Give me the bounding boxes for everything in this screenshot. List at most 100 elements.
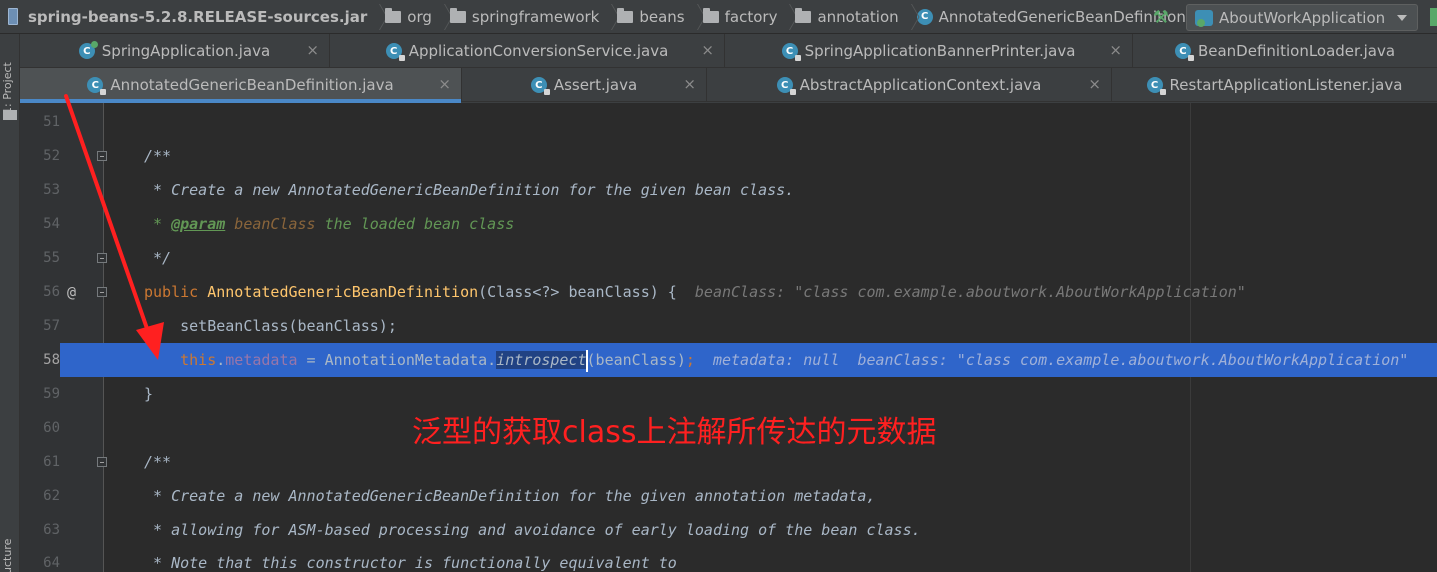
breadcrumb-factory[interactable]: factory <box>701 0 778 34</box>
code-token: ; <box>685 351 695 369</box>
method-name: AnnotatedGenericBeanDefinition <box>207 283 479 301</box>
folder-icon <box>617 7 634 23</box>
code-line[interactable]: 59 } <box>20 377 1437 411</box>
breadcrumb-springframework[interactable]: springframework <box>448 0 599 34</box>
code-line[interactable]: 56 @ public AnnotatedGenericBeanDefiniti… <box>20 275 1437 309</box>
code-text: /** <box>144 453 172 471</box>
line-number: 53 <box>43 182 60 198</box>
structure-tool-button[interactable]: ucture <box>1 534 19 572</box>
code-line[interactable]: 53 * Create a new AnnotatedGenericBeanDe… <box>20 173 1437 207</box>
code-line[interactable]: 64 * Note that this constructor is funct… <box>20 546 1437 572</box>
breadcrumb-separator <box>903 0 913 34</box>
breadcrumb-current-class[interactable]: C AnnotatedGenericBeanDefinition <box>915 0 1186 34</box>
left-tool-strip: 1: Project ucture <box>0 34 20 572</box>
code-line[interactable]: 63 * allowing for ASM-based processing a… <box>20 513 1437 547</box>
tab-assert[interactable]: C Assert.java × <box>462 68 707 102</box>
code-text: * allowing for ASM-based processing and … <box>144 521 921 539</box>
breadcrumb-org[interactable]: org <box>383 0 432 34</box>
code-line[interactable]: 54 * @param beanClass the loaded bean cl… <box>20 207 1437 241</box>
code-text: this.metadata = AnnotationMetadata.intro… <box>144 343 1408 377</box>
breadcrumb-label: annotation <box>817 7 899 26</box>
breadcrumb-annotation[interactable]: annotation <box>793 0 899 34</box>
tab-beandefinitionloader[interactable]: C BeanDefinitionLoader.java <box>1133 34 1437 68</box>
line-number: 59 <box>43 386 60 402</box>
run-configuration-label: AboutWorkApplication <box>1219 8 1386 27</box>
line-number: 54 <box>43 216 60 232</box>
line-number: 56 <box>43 284 60 300</box>
close-icon[interactable]: × <box>306 41 319 59</box>
class-icon: C <box>87 77 107 95</box>
line-number: 61 <box>43 454 60 470</box>
build-hammer-icon[interactable]: ⚒ <box>1150 6 1172 28</box>
breadcrumb-separator <box>781 0 791 34</box>
doc-text: * <box>144 215 172 233</box>
tab-row-2: C AnnotatedGenericBeanDefinition.java × … <box>20 68 1437 103</box>
line-number: 63 <box>43 522 60 538</box>
class-icon: C <box>781 43 801 61</box>
code-text: */ <box>144 249 172 267</box>
tab-label: Assert.java <box>553 76 638 94</box>
class-icon: C <box>530 77 550 95</box>
code-text: * Note that this constructor is function… <box>144 554 677 572</box>
line-number: 51 <box>43 114 60 130</box>
code-token: = AnnotationMetadata. <box>297 351 497 369</box>
class-icon: C <box>1174 43 1194 61</box>
code-editor[interactable]: 51 52 /** 53 * Create a new AnnotatedGen… <box>20 103 1437 572</box>
chevron-down-icon <box>1397 15 1407 21</box>
keyword: this <box>180 351 217 369</box>
spring-boot-icon <box>1195 9 1213 27</box>
close-icon[interactable]: × <box>683 75 696 93</box>
code-line[interactable]: 55 */ <box>20 241 1437 275</box>
line-number: 57 <box>43 318 60 334</box>
breadcrumb-label: factory <box>724 7 778 26</box>
breadcrumb-label: AnnotatedGenericBeanDefinition <box>938 7 1186 26</box>
tab-springapplicationbannerprinter[interactable]: C SpringApplicationBannerPrinter.java × <box>725 34 1133 68</box>
class-icon: C <box>776 77 796 95</box>
code-text: * @param beanClass the loaded bean class <box>144 207 514 241</box>
fold-toggle-icon[interactable] <box>97 287 107 297</box>
jar-icon <box>8 8 18 25</box>
fold-toggle-icon[interactable] <box>97 457 107 467</box>
code-line[interactable]: 62 * Create a new AnnotatedGenericBeanDe… <box>20 479 1437 513</box>
tab-restartapplicationlistener[interactable]: C RestartApplicationListener.java <box>1112 68 1437 102</box>
breadcrumb-separator <box>371 0 381 34</box>
breadcrumb-jar-label: spring-beans-5.2.8.RELEASE-sources.jar <box>28 7 368 26</box>
line-number: 62 <box>43 488 60 504</box>
doc-text: the loaded bean class <box>315 215 515 233</box>
close-icon[interactable]: × <box>438 75 451 93</box>
execution-point-line[interactable]: 58 this.metadata = AnnotationMetadata.in… <box>20 343 1437 377</box>
code-line[interactable]: 52 /** <box>20 139 1437 173</box>
editor-tabs: C SpringApplication.java × C Application… <box>20 34 1437 103</box>
inline-debug-value: beanClass: "class com.example.aboutwork.… <box>676 283 1246 301</box>
tab-abstractapplicationcontext[interactable]: C AbstractApplicationContext.java × <box>707 68 1112 102</box>
project-tool-button[interactable]: 1: Project <box>1 44 19 114</box>
code-line[interactable]: 57 setBeanClass(beanClass); <box>20 309 1437 343</box>
code-text: * Create a new AnnotatedGenericBeanDefin… <box>144 181 795 199</box>
breadcrumb-jar[interactable]: spring-beans-5.2.8.RELEASE-sources.jar <box>0 0 367 34</box>
tab-springapplication[interactable]: C SpringApplication.java × <box>20 34 330 68</box>
navigation-bar: spring-beans-5.2.8.RELEASE-sources.jar o… <box>0 0 1437 34</box>
folder-icon <box>449 7 466 23</box>
tab-annotatedgenericbeandefinition[interactable]: C AnnotatedGenericBeanDefinition.java × <box>20 68 462 103</box>
breadcrumb-separator <box>436 0 446 34</box>
run-icon[interactable] <box>1430 8 1437 26</box>
line-number: 60 <box>43 420 60 436</box>
doc-tag: @param <box>171 215 226 233</box>
line-number: 64 <box>43 555 60 571</box>
breadcrumb-beans[interactable]: beans <box>615 0 685 34</box>
close-icon[interactable]: × <box>1088 75 1101 93</box>
code-text: public AnnotatedGenericBeanDefinition(Cl… <box>144 275 1246 309</box>
close-icon[interactable]: × <box>1109 41 1122 59</box>
tab-applicationconversionservice[interactable]: C ApplicationConversionService.java × <box>330 34 725 68</box>
fold-toggle-icon[interactable] <box>97 253 107 263</box>
breadcrumb-label: org <box>407 7 432 26</box>
fold-toggle-icon[interactable] <box>97 151 107 161</box>
run-configuration-select[interactable]: AboutWorkApplication <box>1186 4 1418 31</box>
code-text: } <box>144 385 154 403</box>
line-number: 55 <box>43 250 60 266</box>
close-icon[interactable]: × <box>701 41 714 59</box>
override-marker-icon[interactable]: @ <box>67 275 76 309</box>
code-token: (beanClass) <box>586 351 686 369</box>
line-number: 58 <box>20 343 60 377</box>
code-line[interactable]: 51 <box>20 105 1437 139</box>
